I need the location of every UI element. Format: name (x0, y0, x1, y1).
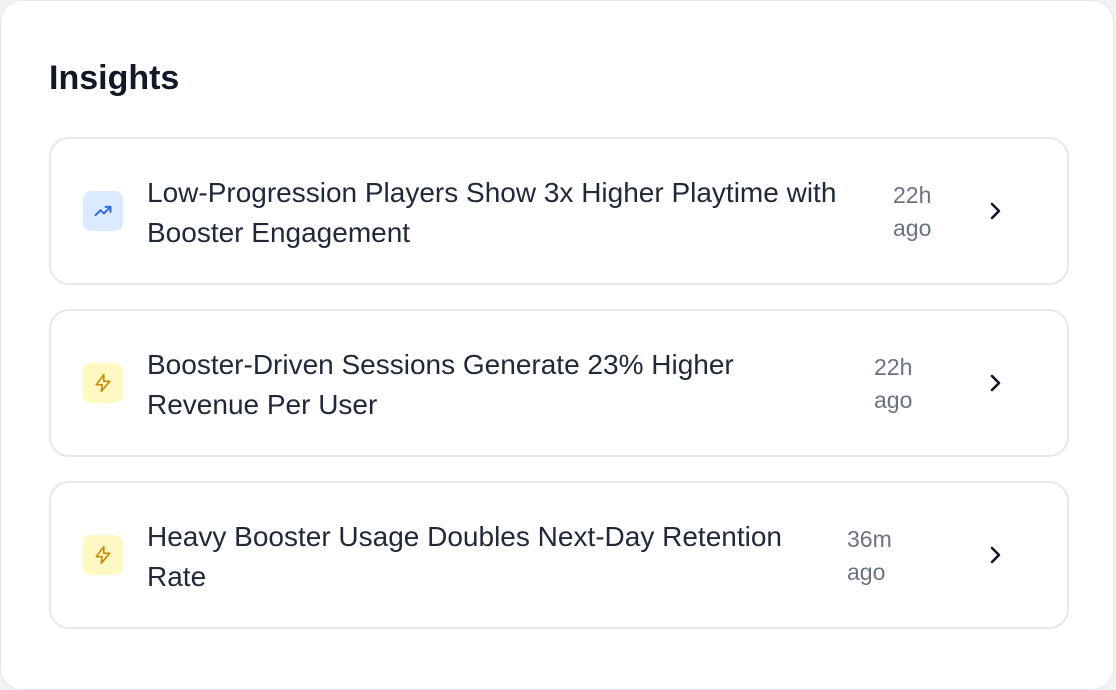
panel-title: Insights (49, 59, 180, 97)
insight-card-booster-revenue[interactable]: Booster-Driven Sessions Generate 23% Hig… (49, 309, 1069, 457)
insight-timestamp: 22h ago (893, 182, 932, 241)
insight-timestamp: 22h ago (874, 354, 913, 413)
insight-timestamp: 36m ago (847, 526, 892, 585)
lightning-icon (83, 363, 123, 403)
insights-panel: Insights Low-Progression Players Show 3x… (0, 0, 1114, 690)
lightning-icon (83, 535, 123, 575)
insight-title: Booster-Driven Sessions Generate 23% Hig… (147, 349, 734, 420)
chevron-right-icon[interactable] (981, 197, 1009, 225)
trending-up-icon (83, 191, 123, 231)
insight-title: Low-Progression Players Show 3x Higher P… (147, 177, 837, 248)
insight-card-retention[interactable]: Heavy Booster Usage Doubles Next-Day Ret… (49, 481, 1069, 629)
chevron-right-icon[interactable] (981, 541, 1009, 569)
insight-card-low-progression[interactable]: Low-Progression Players Show 3x Higher P… (49, 137, 1069, 285)
insight-title: Heavy Booster Usage Doubles Next-Day Ret… (147, 521, 782, 592)
chevron-right-icon[interactable] (981, 369, 1009, 397)
